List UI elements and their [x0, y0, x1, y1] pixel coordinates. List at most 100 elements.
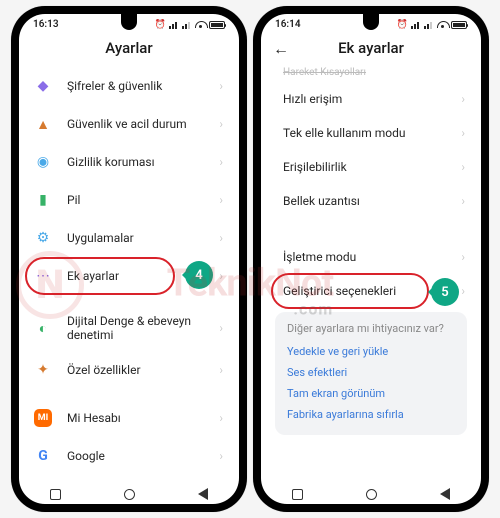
- settings-list[interactable]: ◆ Şifreler & güvenlik › ▲ Güvenlik ve ac…: [19, 67, 239, 480]
- row-label: Özel özellikler: [67, 363, 219, 377]
- row-accessibility[interactable]: Erişilebilirlik ›: [265, 150, 477, 184]
- chevron-right-icon: ›: [461, 250, 465, 264]
- dots-icon: ⋯: [33, 266, 53, 286]
- row-label: Uygulamalar: [67, 231, 219, 245]
- chevron-right-icon: ›: [219, 117, 223, 131]
- row-label: Google: [67, 449, 219, 463]
- status-time: 16:13: [33, 19, 59, 30]
- row-safety-emergency[interactable]: ▲ Güvenlik ve acil durum ›: [23, 105, 235, 143]
- link-factory-reset[interactable]: Fabrika ayarlarına sıfırla: [287, 404, 455, 425]
- status-right: ⏰: [397, 20, 467, 30]
- chevron-right-icon: ›: [461, 284, 465, 298]
- separator: [265, 218, 477, 240]
- chevron-right-icon: ›: [461, 126, 465, 140]
- row-battery[interactable]: ▮ Pil ›: [23, 181, 235, 219]
- phone-frame-right: 16:14 ⏰ ← Ek ayarlar Hareket Kısayolları…: [253, 6, 489, 512]
- page-header: Ayarlar: [19, 31, 239, 67]
- row-cut-off[interactable]: Hareket Kısayolları: [265, 67, 477, 82]
- row-developer-options[interactable]: Geliştirici seçenekleri › 5: [265, 274, 477, 308]
- row-label: Şifreler & güvenlik: [67, 79, 219, 93]
- row-label: Güvenlik ve acil durum: [67, 117, 219, 131]
- row-additional-settings[interactable]: ⋯ Ek ayarlar › 4: [23, 257, 235, 295]
- row-label: Erişilebilirlik: [283, 160, 461, 174]
- battery-icon: ▮: [33, 190, 53, 210]
- chevron-right-icon: ›: [219, 269, 223, 283]
- wifi-icon: [437, 21, 448, 29]
- row-label: Dijital Denge & ebeveyn denetimi: [67, 314, 219, 342]
- back-button[interactable]: ←: [273, 39, 289, 59]
- chevron-right-icon: ›: [219, 363, 223, 377]
- page-title: Ayarlar: [19, 39, 239, 57]
- additional-settings-list[interactable]: Hareket Kısayolları Hızlı erişim › Tek e…: [261, 67, 481, 480]
- triangle-icon: ▲: [33, 114, 53, 134]
- eye-icon: ◉: [33, 152, 53, 172]
- signal-icon: [411, 21, 421, 29]
- step-badge-5: 5: [431, 278, 459, 306]
- nav-back-icon[interactable]: [440, 488, 450, 500]
- card-question: Diğer ayarlara mı ihtiyacınız var?: [287, 322, 455, 335]
- row-special-features[interactable]: ✦ Özel özellikler ›: [23, 351, 235, 389]
- chevron-right-icon: ›: [461, 160, 465, 174]
- battery-icon: [451, 21, 467, 29]
- android-navbar: [261, 480, 481, 504]
- link-sound-effects[interactable]: Ses efektleri: [287, 362, 455, 383]
- nav-recents-icon[interactable]: [50, 489, 61, 500]
- row-apps[interactable]: ⚙ Uygulamalar ›: [23, 219, 235, 257]
- mi-logo-icon: MI: [33, 408, 53, 428]
- row-passwords-security[interactable]: ◆ Şifreler & güvenlik ›: [23, 67, 235, 105]
- android-navbar: [19, 480, 239, 504]
- row-privacy[interactable]: ◉ Gizlilik koruması ›: [23, 143, 235, 181]
- row-digital-balance[interactable]: ◐ Dijital Denge & ebeveyn denetimi ›: [23, 305, 235, 351]
- google-icon: G: [33, 446, 53, 466]
- chevron-right-icon: ›: [219, 155, 223, 169]
- chevron-right-icon: ›: [219, 411, 223, 425]
- alarm-icon: ⏰: [397, 20, 408, 30]
- separator: [23, 389, 235, 399]
- chevron-right-icon: ›: [219, 193, 223, 207]
- nav-back-icon[interactable]: [198, 488, 208, 500]
- row-label: İşletme modu: [283, 250, 461, 264]
- chevron-right-icon: ›: [219, 449, 223, 463]
- status-time: 16:14: [275, 19, 301, 30]
- row-label: Bellek uzantısı: [283, 194, 461, 208]
- row-google[interactable]: G Google ›: [23, 437, 235, 475]
- row-accounts-sync[interactable]: ↻ Hesaplar & senkronizasyon ›: [23, 475, 235, 480]
- row-memory-extension[interactable]: Bellek uzantısı ›: [265, 184, 477, 218]
- row-quick-access[interactable]: Hızlı erişim ›: [265, 82, 477, 116]
- star-icon: ✦: [33, 360, 53, 380]
- alarm-icon: ⏰: [155, 20, 166, 30]
- shield-icon: ◆: [33, 76, 53, 96]
- separator: [23, 295, 235, 305]
- signal-icon-2: [424, 21, 434, 29]
- page-title: Ek ayarlar: [261, 39, 481, 57]
- nav-home-icon[interactable]: [366, 489, 377, 500]
- more-settings-card: Diğer ayarlara mı ihtiyacınız var? Yedek…: [275, 312, 467, 435]
- chevron-right-icon: ›: [461, 194, 465, 208]
- row-label: Gizlilik koruması: [67, 155, 219, 169]
- row-mi-account[interactable]: MI Mi Hesabı ›: [23, 399, 235, 437]
- chevron-right-icon: ›: [219, 79, 223, 93]
- notch: [121, 14, 137, 30]
- signal-icon: [169, 21, 179, 29]
- row-label: Mi Hesabı: [67, 411, 219, 425]
- nav-recents-icon[interactable]: [292, 489, 303, 500]
- chevron-right-icon: ›: [461, 92, 465, 106]
- row-one-handed[interactable]: Tek elle kullanım modu ›: [265, 116, 477, 150]
- apps-icon: ⚙: [33, 228, 53, 248]
- link-fullscreen[interactable]: Tam ekran görünüm: [287, 383, 455, 404]
- screen-left: 16:13 ⏰ Ayarlar ◆ Şifreler & güvenlik › …: [19, 14, 239, 504]
- phone-frame-left: 16:13 ⏰ Ayarlar ◆ Şifreler & güvenlik › …: [11, 6, 247, 512]
- page-header: ← Ek ayarlar: [261, 31, 481, 67]
- nav-home-icon[interactable]: [124, 489, 135, 500]
- notch: [363, 14, 379, 30]
- row-business-mode[interactable]: İşletme modu ›: [265, 240, 477, 274]
- row-label: Pil: [67, 193, 219, 207]
- battery-icon: [209, 21, 225, 29]
- chevron-right-icon: ›: [219, 231, 223, 245]
- row-label: Hızlı erişim: [283, 92, 461, 106]
- balance-icon: ◐: [33, 318, 53, 338]
- row-label: Tek elle kullanım modu: [283, 126, 461, 140]
- chevron-right-icon: ›: [219, 321, 223, 335]
- step-badge-4: 4: [185, 261, 213, 289]
- link-backup-restore[interactable]: Yedekle ve geri yükle: [287, 341, 455, 362]
